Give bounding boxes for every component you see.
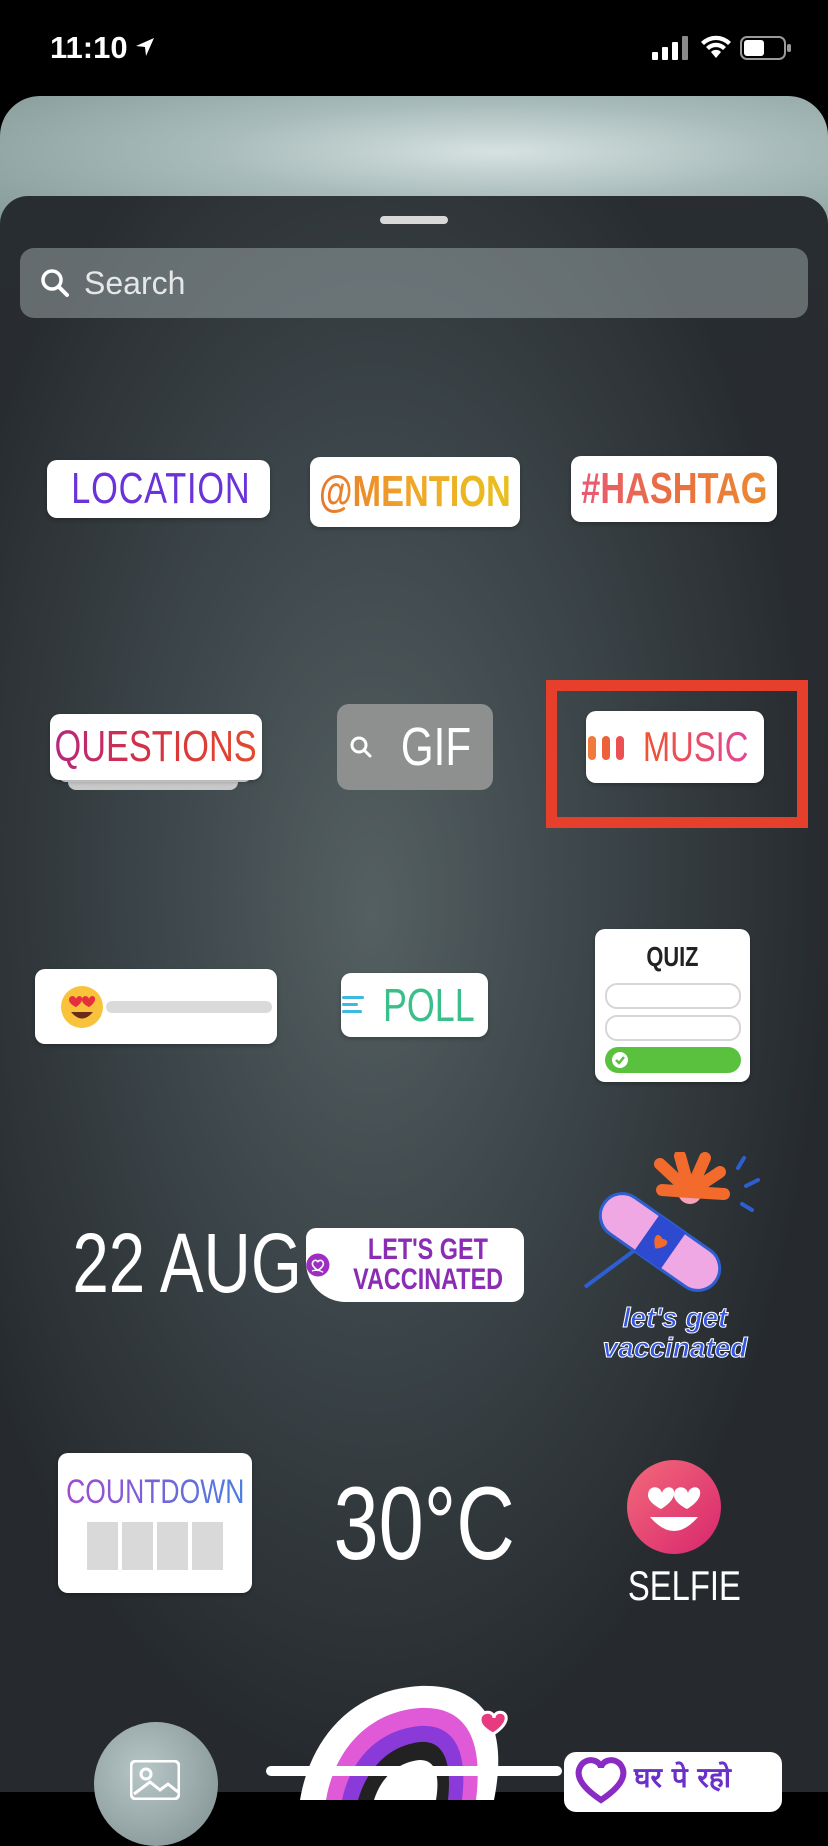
status-bar: 11:10 [0, 0, 828, 96]
selfie-label: SELFIE [627, 1562, 741, 1609]
rainbow-sticker[interactable] [280, 1680, 540, 1800]
search-input[interactable]: Search [20, 248, 808, 318]
questions-sticker[interactable]: QUESTIONS [50, 714, 262, 780]
date-sticker[interactable]: 22 AUG [72, 1215, 301, 1312]
mention-label: @MENTION [319, 467, 511, 516]
poll-label: POLL [382, 979, 475, 1031]
hashtag-label: #HASHTAG [580, 464, 768, 513]
wifi-icon [701, 35, 731, 58]
heart-house-icon [575, 1757, 627, 1804]
heart-eyes-emoji-icon [61, 985, 103, 1028]
quiz-option-correct [604, 1047, 741, 1073]
countdown-digit-box [157, 1522, 188, 1570]
countdown-sticker[interactable]: COUNTDOWN [58, 1453, 252, 1593]
temperature-sticker[interactable]: 30°C [334, 1465, 515, 1584]
quiz-option-1 [604, 983, 741, 1009]
search-icon [350, 736, 372, 758]
badge-line-2: VACCINATED [352, 1263, 503, 1296]
questions-label: QUESTIONS [54, 722, 258, 771]
search-placeholder: Search [84, 264, 186, 301]
quiz-label: QUIZ [646, 941, 699, 972]
countdown-digit-box [122, 1522, 153, 1570]
heart-eyes-face-icon [627, 1460, 721, 1554]
stay-home-sticker[interactable]: घर पे रहो [564, 1752, 782, 1812]
questions-sticker-stack[interactable]: QUESTIONS [50, 714, 262, 796]
battery-icon [740, 36, 791, 60]
vaccinated-badge-text: LET'S GET VACCINATED [332, 1235, 524, 1295]
cellular-signal-icon [652, 36, 688, 60]
bandage-flower-icon [583, 1150, 760, 1292]
music-bars-icon [588, 736, 625, 760]
countdown-digit-box [87, 1522, 118, 1570]
stay-home-label: घर पे रहो [634, 1761, 731, 1794]
home-indicator[interactable] [266, 1766, 562, 1776]
emoji-slider-sticker[interactable] [35, 969, 277, 1044]
vaccinated-art-text: let's get vaccinated [580, 1302, 770, 1363]
countdown-label: COUNTDOWN [65, 1473, 245, 1511]
badge-line-1: LET'S GET [367, 1233, 488, 1266]
image-icon [130, 1760, 180, 1800]
selfie-sticker[interactable]: SELFIE [612, 1459, 741, 1619]
photo-sticker[interactable] [94, 1722, 218, 1846]
sheet-grabber[interactable] [380, 216, 448, 224]
art-line-1: let's get [622, 1302, 728, 1333]
art-line-2: vaccinated [602, 1332, 748, 1363]
poll-sticker[interactable]: POLL [341, 973, 488, 1037]
music-sticker[interactable]: MUSIC [586, 711, 764, 783]
quiz-option-2 [604, 1015, 741, 1041]
status-time: 11:10 [50, 30, 128, 65]
poll-lines-icon [341, 996, 364, 1013]
hashtag-sticker[interactable]: #HASHTAG [571, 456, 777, 522]
quiz-sticker[interactable]: QUIZ [595, 929, 750, 1082]
search-icon [41, 269, 69, 297]
heart-loop-icon [306, 1253, 330, 1277]
gif-label: GIF [400, 717, 472, 777]
mention-sticker[interactable]: @MENTION [310, 457, 520, 527]
lets-get-vaccinated-badge[interactable]: LET'S GET VACCINATED [306, 1228, 524, 1302]
location-sticker[interactable]: LOCATION [47, 460, 270, 518]
gif-sticker[interactable]: GIF [337, 704, 493, 790]
location-label: LOCATION [70, 464, 251, 513]
check-icon [611, 1052, 628, 1068]
countdown-digit-box [192, 1522, 223, 1570]
countdown-digits [87, 1522, 223, 1570]
slider-track[interactable] [106, 1000, 272, 1013]
lets-get-vaccinated-art-sticker[interactable]: let's get vaccinated [580, 1150, 770, 1372]
location-arrow-icon [136, 38, 154, 56]
music-label: MUSIC [643, 723, 749, 770]
